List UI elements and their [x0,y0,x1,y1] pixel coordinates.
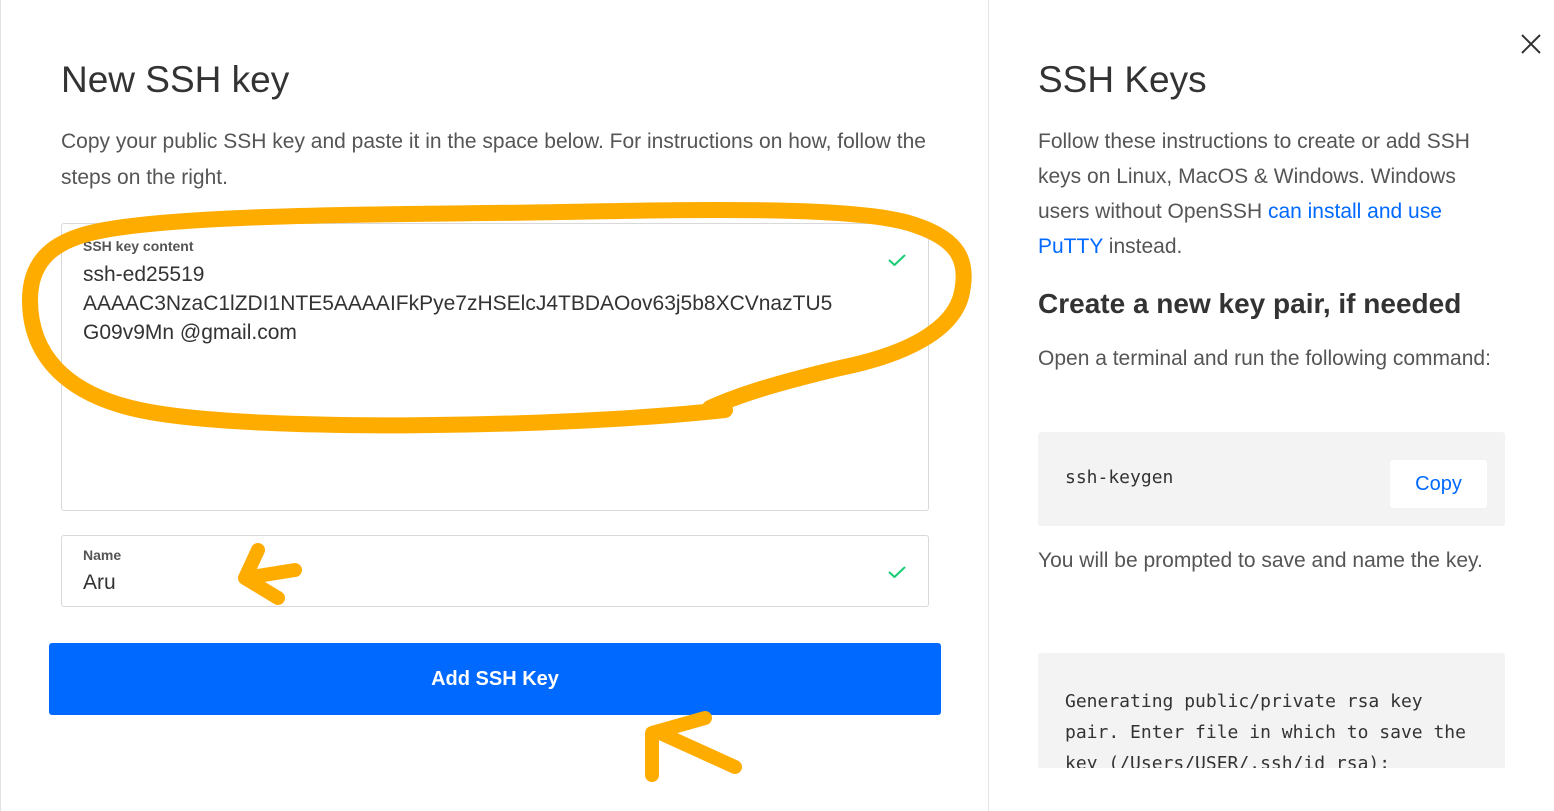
name-value[interactable]: Aru [83,568,116,597]
close-icon[interactable] [1519,32,1543,56]
output-code-block[interactable]: Generating public/private rsa key pair. … [1038,653,1505,768]
form-description: Copy your public SSH key and paste it in… [61,130,926,189]
check-icon [888,254,906,266]
name-field[interactable]: Name Aru [61,535,929,607]
instructions-intro: Follow these instructions to create or a… [1038,124,1508,264]
intro-suffix: instead. [1102,235,1183,258]
page-title: New SSH key [61,59,290,100]
step-text: Open a terminal and run the following co… [1038,347,1491,370]
new-ssh-key-form: New SSH key Copy your public SSH key and… [49,0,941,811]
check-icon [888,566,906,578]
ssh-key-content-value[interactable]: ssh-ed25519 AAAAC3NzaC1lZDI1NTE5AAAAIFkP… [83,260,903,347]
copy-button[interactable]: Copy [1390,460,1487,508]
output-text: Generating public/private rsa key pair. … [1065,691,1466,768]
panel-left-border [0,0,1,811]
ssh-key-content-field[interactable]: SSH key content ssh-ed25519 AAAAC3NzaC1l… [61,223,929,511]
ssh-keys-instructions: SSH Keys Follow these instructions to cr… [1038,0,1508,811]
panel-divider [988,0,989,811]
instructions-title: SSH Keys [1038,59,1207,100]
add-ssh-key-button[interactable]: Add SSH Key [49,643,941,715]
command-code-block: ssh-keygen Copy [1038,432,1505,526]
name-label: Name [83,547,122,563]
ssh-key-content-label: SSH key content [83,238,194,254]
prompt-text: You will be prompted to save and name th… [1038,549,1483,572]
section-title: Create a new key pair, if needed [1038,288,1462,319]
command-text: ssh-keygen [1065,467,1174,488]
